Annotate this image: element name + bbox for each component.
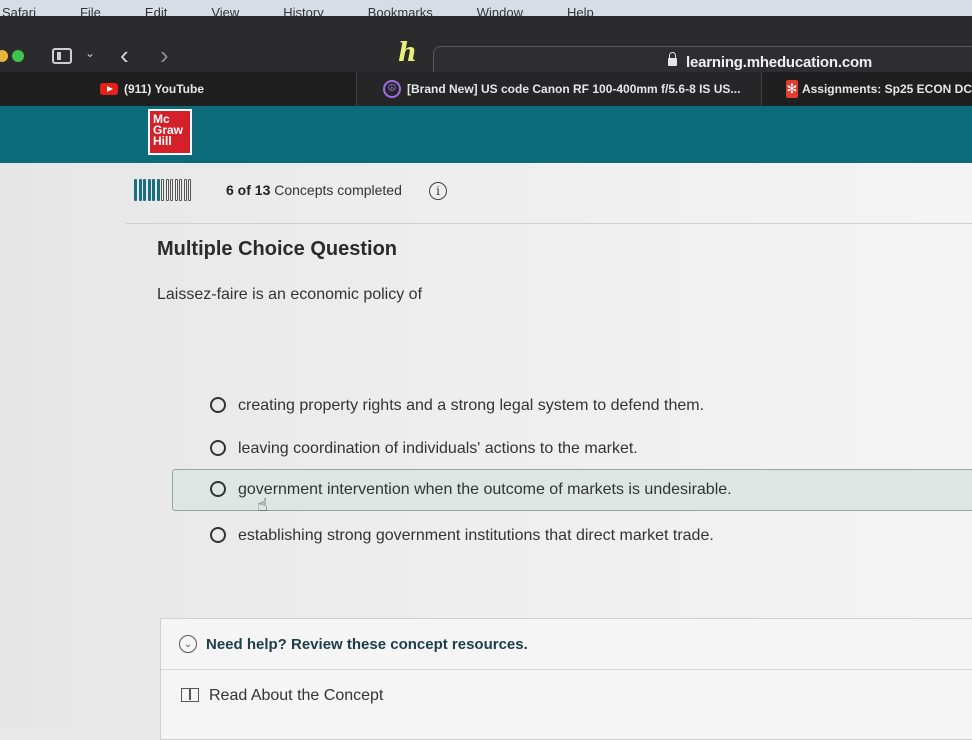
honey-extension-icon[interactable]: h <box>398 38 417 68</box>
progress-segment-complete <box>156 179 160 201</box>
question-text: Laissez-faire is an economic policy of <box>157 286 423 303</box>
menu-edit[interactable]: Edit <box>145 6 167 17</box>
progress-segment-complete <box>134 179 137 201</box>
menu-safari[interactable]: Safari <box>2 6 36 17</box>
radio-button[interactable] <box>210 481 226 497</box>
answer-label: government intervention when the outcome… <box>238 481 732 498</box>
menu-bookmarks[interactable]: Bookmarks <box>368 6 433 17</box>
answer-option-2[interactable]: leaving coordination of individuals' act… <box>172 428 972 470</box>
chevron-down-icon[interactable]: ⌄ <box>85 46 95 60</box>
window-zoom-button[interactable] <box>12 50 24 62</box>
progress-segment-incomplete <box>165 179 169 201</box>
lock-icon <box>668 52 677 66</box>
youtube-icon <box>100 83 118 95</box>
mcgraw-hill-logo[interactable]: Mc Graw Hill <box>148 109 192 155</box>
progress-segment-complete <box>143 179 146 201</box>
window-minimize-button[interactable] <box>0 50 8 62</box>
progress-suffix: Concepts completed <box>274 182 402 198</box>
tab-label: [Brand New] US code Canon RF 100-400mm f… <box>407 82 741 96</box>
site-header: Mc Graw Hill <box>0 106 972 163</box>
address-url: learning.mheducation.com <box>686 54 873 71</box>
tab-assignments[interactable]: ✻ Assignments: Sp25 ECON DC <box>762 72 972 106</box>
sidebar-toggle-icon[interactable] <box>52 48 72 64</box>
info-icon[interactable]: i <box>429 182 447 200</box>
peace-icon: ☮ <box>383 80 401 98</box>
progress-segment-incomplete <box>170 179 173 201</box>
main-content: 6 of 13 Concepts completed i Multiple Ch… <box>0 163 972 740</box>
divider <box>126 223 972 224</box>
progress-segment-incomplete <box>183 179 187 201</box>
progress-text: 6 of 13 Concepts completed <box>226 182 402 198</box>
progress-count: 6 of 13 <box>226 182 271 198</box>
chevron-down-circle-icon: ⌄ <box>179 635 197 653</box>
radio-button[interactable] <box>210 527 226 543</box>
progress-segment-complete <box>138 179 142 201</box>
answer-option-1[interactable]: creating property rights and a strong le… <box>172 385 972 427</box>
progress-segment-complete <box>147 179 151 201</box>
read-about-concept-link[interactable]: Read About the Concept <box>161 670 972 730</box>
menu-view[interactable]: View <box>211 6 239 17</box>
tab-canon-lens[interactable]: ☮ [Brand New] US code Canon RF 100-400mm… <box>356 72 762 106</box>
tab-youtube[interactable]: (911) YouTube <box>96 72 354 106</box>
radio-button[interactable] <box>210 440 226 456</box>
question-heading: Multiple Choice Question <box>157 238 398 260</box>
progress-segment-complete <box>152 179 155 201</box>
progress-segment-incomplete <box>179 179 182 201</box>
book-icon <box>181 688 199 702</box>
tab-bar: (911) YouTube ☮ [Brand New] US code Cano… <box>0 72 972 106</box>
menu-window[interactable]: Window <box>477 6 523 17</box>
help-toggle-label: Need help? Review these concept resource… <box>206 636 528 653</box>
menu-bar: Safari File Edit View History Bookmarks … <box>0 0 972 16</box>
canvas-icon: ✻ <box>786 80 798 98</box>
answer-option-3[interactable]: government intervention when the outcome… <box>172 469 972 511</box>
help-resources-panel: ⌄ Need help? Review these concept resour… <box>160 618 972 740</box>
concept-progress-bar-icon <box>134 179 193 201</box>
answer-label: establishing strong government instituti… <box>238 527 714 544</box>
menu-history[interactable]: History <box>283 6 323 17</box>
answer-label: creating property rights and a strong le… <box>238 397 705 414</box>
tab-label: Assignments: Sp25 ECON DC <box>801 82 972 96</box>
browser-toolbar: ⌄ ‹ › h learning.mheducation.com <box>0 16 972 80</box>
back-arrow-icon[interactable]: ‹ <box>120 40 129 71</box>
menu-file[interactable]: File <box>80 6 101 17</box>
forward-arrow-icon[interactable]: › <box>160 40 169 71</box>
tab-label: (911) YouTube <box>124 82 205 96</box>
answer-option-4[interactable]: establishing strong government instituti… <box>172 515 972 557</box>
help-resources-toggle[interactable]: ⌄ Need help? Review these concept resour… <box>161 619 972 670</box>
radio-button[interactable] <box>210 397 226 413</box>
answer-label: leaving coordination of individuals' act… <box>238 440 638 457</box>
progress-segment-incomplete <box>188 179 191 201</box>
progress-segment-incomplete <box>161 179 164 201</box>
menu-help[interactable]: Help <box>567 6 594 17</box>
logo-line: Hill <box>153 134 172 148</box>
hand-cursor-icon: ☝ <box>257 495 268 515</box>
progress-segment-incomplete <box>174 179 178 201</box>
read-about-label: Read About the Concept <box>209 687 384 704</box>
